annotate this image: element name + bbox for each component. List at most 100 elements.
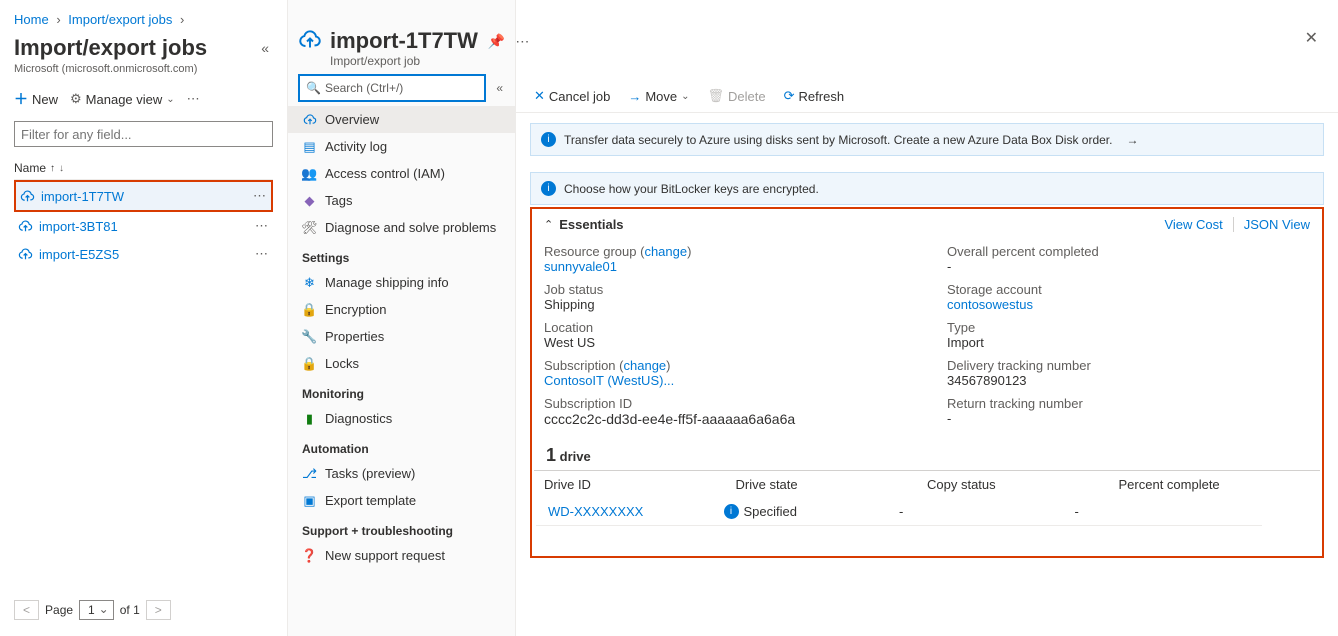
row-more-icon[interactable]: ⋯ (253, 188, 267, 204)
chevron-down-icon: ⌄ (681, 91, 689, 102)
change-rg-link[interactable]: change (644, 244, 687, 259)
drive-row[interactable]: WD-XXXXXXXX i Specified - - (536, 498, 1262, 526)
nav-encryption[interactable]: 🔒 Encryption (288, 296, 515, 323)
breadcrumb-jobs[interactable]: Import/export jobs (68, 12, 172, 27)
job-row[interactable]: import-3BT81 ⋯ (14, 212, 273, 240)
template-icon: ▣ (302, 493, 317, 508)
truck-icon: ❄ (302, 275, 317, 290)
tag-icon: ◆ (302, 193, 317, 208)
rg-label: Resource group (544, 244, 637, 259)
status-label: Job status (544, 282, 907, 297)
sa-value[interactable]: contosowestus (947, 297, 1033, 312)
percent-complete: - (1075, 504, 1251, 519)
info-banner-bitlocker[interactable]: i Choose how your BitLocker keys are enc… (530, 172, 1324, 205)
more-icon[interactable]: ⋯ (515, 33, 529, 50)
info-banner-databox[interactable]: i Transfer data securely to Azure using … (530, 123, 1324, 156)
nav-support-request[interactable]: ❓ New support request (288, 542, 515, 569)
ret-label: Return tracking number (947, 396, 1310, 411)
nav-label: Tasks (preview) (325, 466, 415, 481)
json-view-link[interactable]: JSON View (1233, 217, 1310, 232)
cancel-icon: ✕ (534, 88, 545, 104)
change-sub-link[interactable]: change (624, 358, 667, 373)
prev-page-button[interactable]: < (14, 600, 39, 620)
sa-label: Storage account (947, 282, 1310, 297)
job-row[interactable]: import-1T7TW ⋯ (14, 180, 273, 212)
search-input[interactable]: 🔍 Search (Ctrl+/) (298, 74, 486, 102)
view-cost-link[interactable]: View Cost (1164, 217, 1222, 232)
pct-label: Overall percent completed (947, 244, 1310, 259)
properties-icon: 🔧 (302, 329, 317, 344)
manage-view-button[interactable]: ⚙ Manage view ⌄ (70, 91, 175, 107)
nav-activity-log[interactable]: ▤ Activity log (288, 133, 515, 160)
detail-title: import-1T7TW (330, 28, 478, 54)
nav-export-template[interactable]: ▣ Export template (288, 487, 515, 514)
nav-label: Diagnose and solve problems (325, 220, 496, 235)
arrow-right-icon: → (1126, 133, 1138, 147)
nav-shipping[interactable]: ❄ Manage shipping info (288, 269, 515, 296)
page-select[interactable]: 1 (79, 600, 114, 620)
cloud-up-icon (20, 189, 35, 204)
activity-log-icon: ▤ (302, 139, 317, 154)
nav-tasks[interactable]: ⎇ Tasks (preview) (288, 460, 515, 487)
row-more-icon[interactable]: ⋯ (255, 246, 269, 262)
job-name: import-3BT81 (39, 219, 118, 234)
subid-label: Subscription ID (544, 396, 907, 411)
cancel-job-button[interactable]: ✕ Cancel job (534, 88, 610, 104)
sub-label: Subscription (544, 358, 616, 373)
collapse-nav-icon[interactable]: « (494, 79, 505, 97)
drive-table-header: Drive ID Drive state Copy status Percent… (532, 471, 1322, 498)
detail-subtype: Import/export job (330, 54, 529, 68)
search-placeholder: Search (Ctrl+/) (325, 81, 403, 95)
nav-overview[interactable]: Overview (288, 106, 515, 133)
col-drive-state: Drive state (736, 477, 928, 492)
new-label: New (32, 92, 58, 107)
breadcrumb-home[interactable]: Home (14, 12, 49, 27)
job-row[interactable]: import-E5ZS5 ⋯ (14, 240, 273, 268)
nav-label: Locks (325, 356, 359, 371)
drive-id-link[interactable]: WD-XXXXXXXX (548, 504, 643, 519)
nav-section-support: Support + troubleshooting (288, 514, 515, 542)
cloud-up-icon (302, 112, 317, 127)
sub-value[interactable]: ContosoIT (WestUS)... (544, 373, 674, 388)
resource-nav: 🔍 Search (Ctrl+/) « Overview ▤ Activity … (288, 0, 516, 636)
job-name: import-E5ZS5 (39, 247, 119, 262)
drives-header: 1 drive (534, 439, 1320, 471)
nav-tags[interactable]: ◆ Tags (288, 187, 515, 214)
refresh-button[interactable]: ⟳ Refresh (784, 88, 844, 104)
left-panel: Home › Import/export jobs › Import/expor… (0, 0, 288, 636)
wrench-icon: 🛠 (302, 220, 317, 235)
overview-card: ⌃ Essentials View Cost JSON View Resourc… (530, 207, 1324, 558)
move-button[interactable]: → Move ⌄ (628, 89, 689, 104)
nav-properties[interactable]: 🔧 Properties (288, 323, 515, 350)
filter-input[interactable] (14, 121, 273, 147)
drive-state: Specified (744, 504, 797, 519)
deliv-value: 34567890123 (947, 373, 1310, 388)
pin-icon[interactable]: 📌 (488, 33, 505, 50)
next-page-button[interactable]: > (146, 600, 171, 620)
lock-icon: 🔒 (302, 302, 317, 317)
nav-label: Access control (IAM) (325, 166, 445, 181)
left-toolbar: ＋ New ⚙ Manage view ⌄ ⋯ (14, 89, 273, 109)
sort-asc-icon: ↑ (50, 163, 55, 174)
nav-diagnose[interactable]: 🛠 Diagnose and solve problems (288, 214, 515, 241)
row-more-icon[interactable]: ⋯ (255, 218, 269, 234)
rg-value[interactable]: sunnyvale01 (544, 259, 617, 274)
nav-scroll[interactable]: Overview ▤ Activity log 👥 Access control… (288, 106, 515, 636)
trash-icon: 🗑 (708, 88, 725, 104)
more-button[interactable]: ⋯ (187, 91, 200, 107)
col-copy-status: Copy status (927, 477, 1119, 492)
nav-locks[interactable]: 🔒 Locks (288, 350, 515, 377)
close-icon[interactable]: ✕ (1305, 28, 1318, 48)
loc-label: Location (544, 320, 907, 335)
nav-diagnostics[interactable]: ▮ Diagnostics (288, 405, 515, 432)
pager: < Page 1 of 1 > (14, 594, 273, 626)
name-column-header[interactable]: Name ↑ ↓ (14, 157, 273, 180)
new-button[interactable]: ＋ New (14, 89, 58, 109)
essentials-header[interactable]: ⌃ Essentials View Cost JSON View (532, 209, 1322, 236)
nav-iam[interactable]: 👥 Access control (IAM) (288, 160, 515, 187)
collapse-left-icon[interactable]: « (257, 36, 273, 60)
info-text: Transfer data securely to Azure using di… (564, 133, 1112, 147)
info-icon: i (541, 181, 556, 196)
of-label: of 1 (120, 603, 140, 617)
tasks-icon: ⎇ (302, 466, 317, 481)
